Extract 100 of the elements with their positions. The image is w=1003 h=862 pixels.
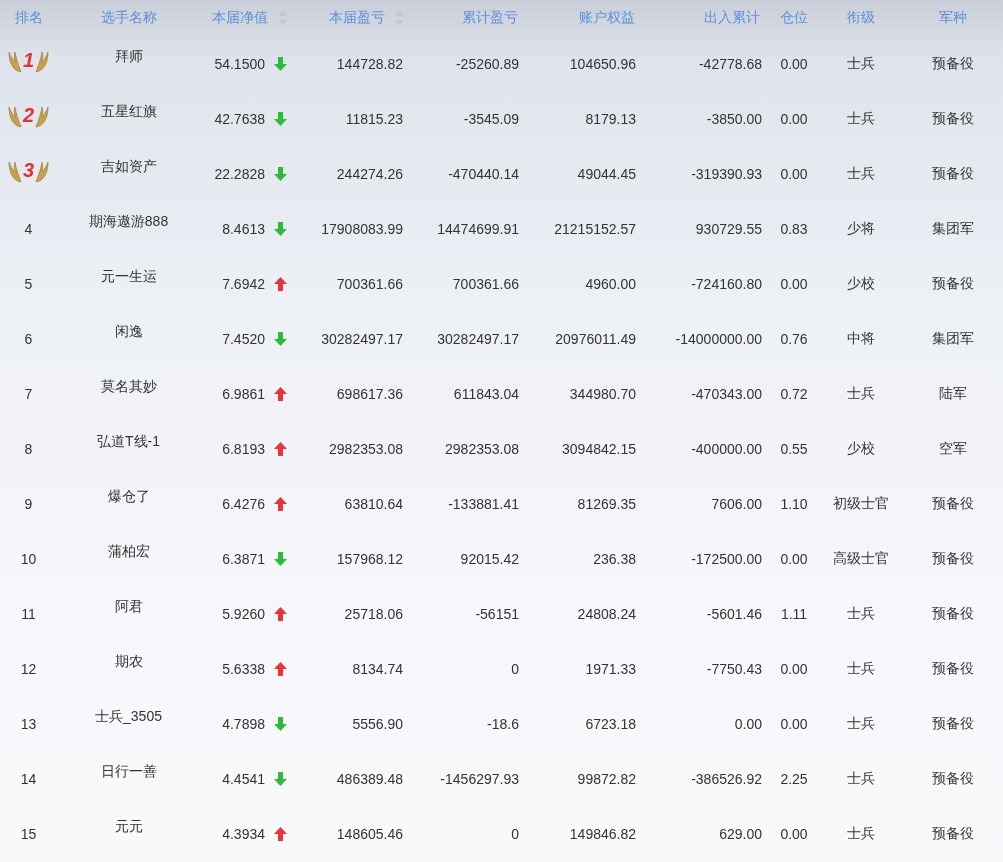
table-cell: 士兵 [847, 54, 875, 73]
table-cell: 0.00 [780, 660, 808, 677]
table-cell: 0 [511, 825, 519, 842]
player-name: 莫名其妙 [100, 377, 157, 396]
table-cell: 0.00 [734, 715, 762, 732]
table-cell: 0.83 [780, 220, 808, 237]
table-cell: 81269.35 [577, 495, 636, 512]
player-name: 吉如资产 [100, 157, 157, 176]
table-cell: 2982353.08 [329, 440, 403, 457]
table-cell: 236.38 [593, 550, 636, 567]
table-cell: 8.4613 [222, 220, 265, 237]
rank-number: 11 [21, 605, 36, 622]
table-cell: 0.55 [780, 440, 808, 457]
table-cell: 士兵 [847, 109, 875, 128]
player-name: 期农 [114, 652, 143, 671]
rank-number: 9 [24, 495, 33, 512]
column-header: 账户权益 [579, 9, 635, 27]
column-header[interactable]: 本届盈亏 [329, 9, 385, 27]
table-cell: 士兵 [847, 604, 875, 623]
table-cell: -470440.14 [448, 165, 519, 182]
table-cell: 0.00 [780, 165, 808, 182]
table-cell: 24808.24 [577, 605, 636, 622]
player-name: 闲逸 [114, 322, 143, 341]
player-name: 五星红旗 [100, 102, 157, 121]
table-cell: 0.00 [780, 55, 808, 72]
table-cell: 集团军 [931, 219, 974, 238]
table-cell: 士兵 [847, 659, 875, 678]
column-header: 仓位 [780, 9, 808, 27]
player-name: 阿君 [114, 597, 143, 616]
table-cell: 0.72 [780, 385, 808, 402]
table-cell: 预备役 [931, 109, 974, 128]
table-cell: 预备役 [931, 714, 974, 733]
table-cell: 预备役 [931, 54, 974, 73]
rank-number: 5 [24, 275, 33, 292]
table-cell: -1456297.93 [440, 770, 519, 787]
table-cell: 700361.66 [452, 275, 519, 292]
table-cell: 少将 [847, 219, 875, 238]
table-cell: -3545.09 [463, 110, 519, 127]
rank-number: 2 [22, 104, 35, 127]
player-name: 士兵_3505 [95, 707, 162, 726]
table-cell: 20976011.49 [555, 330, 636, 347]
table-cell: 104650.96 [569, 55, 636, 72]
table-cell: 22.2828 [214, 165, 265, 182]
column-header[interactable]: 本届净值 [212, 9, 268, 27]
table-cell: 148605.46 [336, 825, 403, 842]
table-cell: 629.00 [719, 825, 762, 842]
rank-number: 7 [24, 385, 33, 402]
table-cell: 0 [511, 660, 519, 677]
table-cell: 92015.42 [460, 550, 519, 567]
table-cell: 14474699.91 [437, 220, 519, 237]
rank-number: 4 [24, 220, 33, 237]
table-cell: -133881.41 [448, 495, 519, 512]
table-cell: 30282497.17 [321, 330, 403, 347]
table-cell: -319390.93 [691, 165, 762, 182]
table-cell: -400000.00 [691, 440, 762, 457]
column-header: 排名 [14, 9, 43, 27]
table-cell: -14000000.00 [675, 330, 762, 347]
table-cell: 陆军 [938, 384, 967, 403]
table-cell: 0.76 [780, 330, 808, 347]
table-cell: 8179.13 [585, 110, 636, 127]
table-cell: 预备役 [931, 604, 974, 623]
table-cell: 49044.45 [577, 165, 636, 182]
table-cell: 0.00 [780, 550, 808, 567]
table-cell: 预备役 [931, 494, 974, 513]
table-cell: 2.25 [780, 770, 808, 787]
table-cell: 7.6942 [222, 275, 265, 292]
table-cell: 6723.18 [585, 715, 636, 732]
table-cell: 4960.00 [585, 275, 636, 292]
table-cell: 63810.64 [344, 495, 403, 512]
rank-number: 10 [20, 550, 37, 567]
table-cell: 预备役 [931, 659, 974, 678]
rank-number: 14 [20, 770, 37, 787]
table-cell: -7750.43 [706, 660, 762, 677]
table-cell: 930729.55 [695, 220, 762, 237]
table-cell: 预备役 [931, 274, 974, 293]
table-cell: 空军 [938, 439, 967, 458]
table-cell: 0.00 [780, 825, 808, 842]
table-cell: 士兵 [847, 714, 875, 733]
column-header: 累计盈亏 [462, 9, 518, 27]
player-name: 元一生运 [100, 267, 157, 286]
table-cell: 11815.23 [345, 110, 403, 127]
table-cell: 初级士官 [833, 494, 889, 513]
table-cell: 1971.33 [585, 660, 636, 677]
player-name: 爆仓了 [107, 487, 150, 506]
player-name: 日行一善 [100, 762, 157, 781]
table-cell: 25718.06 [344, 605, 403, 622]
table-cell: 0.00 [780, 715, 808, 732]
table-cell: 4.4541 [222, 770, 265, 787]
table-cell: 士兵 [847, 769, 875, 788]
table-cell: 6.3871 [222, 550, 265, 567]
table-cell: 42.7638 [214, 110, 265, 127]
table-cell: -5601.46 [706, 605, 762, 622]
table-cell: 预备役 [931, 549, 974, 568]
table-cell: 0.00 [780, 275, 808, 292]
table-cell: 士兵 [847, 824, 875, 843]
table-cell: 6.4276 [222, 495, 265, 512]
rank-number: 13 [20, 715, 37, 732]
player-name: 元元 [114, 817, 143, 836]
table-cell: -25260.89 [455, 55, 519, 72]
table-cell: 高级士官 [833, 549, 889, 568]
